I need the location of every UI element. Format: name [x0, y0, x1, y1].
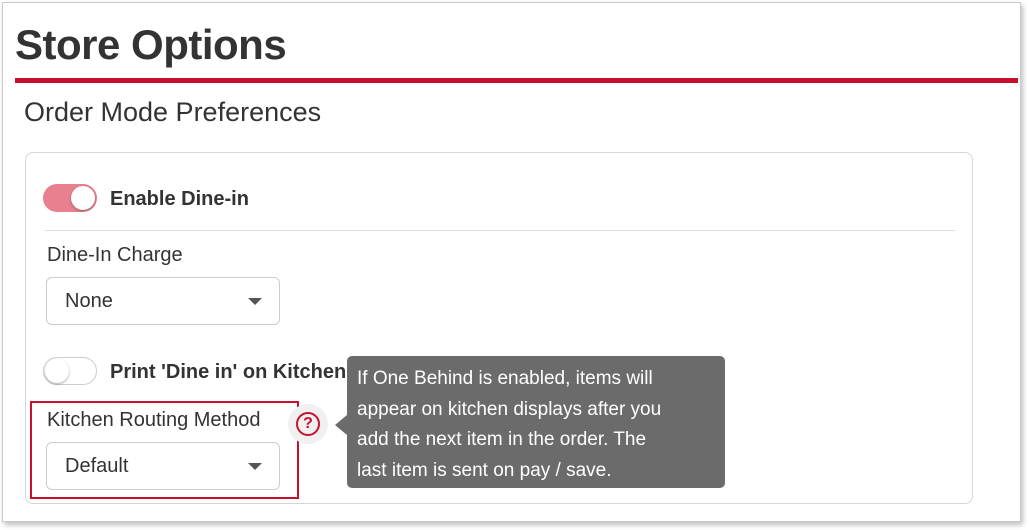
- title-underline: [15, 78, 1018, 83]
- toggle-knob: [45, 359, 69, 383]
- tooltip-arrow: [335, 415, 347, 435]
- tooltip-line: last item is sent on pay / save.: [357, 459, 612, 481]
- print-dine-in-label: Print 'Dine in' on Kitchen: [110, 361, 347, 383]
- annotation-highlight-box: [30, 401, 299, 499]
- question-circle-icon: ?: [296, 412, 320, 436]
- store-options-window: Store Options Order Mode Preferences Ena…: [2, 2, 1021, 522]
- toggle-knob: [71, 186, 95, 210]
- dine-in-charge-value: None: [65, 290, 113, 312]
- enable-dine-in-toggle[interactable]: [43, 184, 97, 212]
- help-button[interactable]: ?: [288, 404, 328, 444]
- print-dine-in-toggle[interactable]: [43, 357, 97, 385]
- tooltip-line: add the next item in the order. The: [357, 429, 647, 450]
- dine-in-charge-label: Dine-In Charge: [47, 244, 183, 266]
- page-title: Store Options: [15, 21, 287, 68]
- tooltip-line: appear on kitchen displays after you: [357, 398, 662, 420]
- help-tooltip: If One Behind is enabled, items will app…: [347, 356, 725, 488]
- tooltip-line: If One Behind is enabled, items will: [357, 368, 653, 389]
- chevron-down-icon: [248, 298, 262, 305]
- dine-in-charge-select[interactable]: None: [46, 277, 280, 325]
- section-title: Order Mode Preferences: [24, 97, 322, 127]
- enable-dine-in-label: Enable Dine-in: [110, 188, 249, 210]
- divider: [45, 230, 955, 231]
